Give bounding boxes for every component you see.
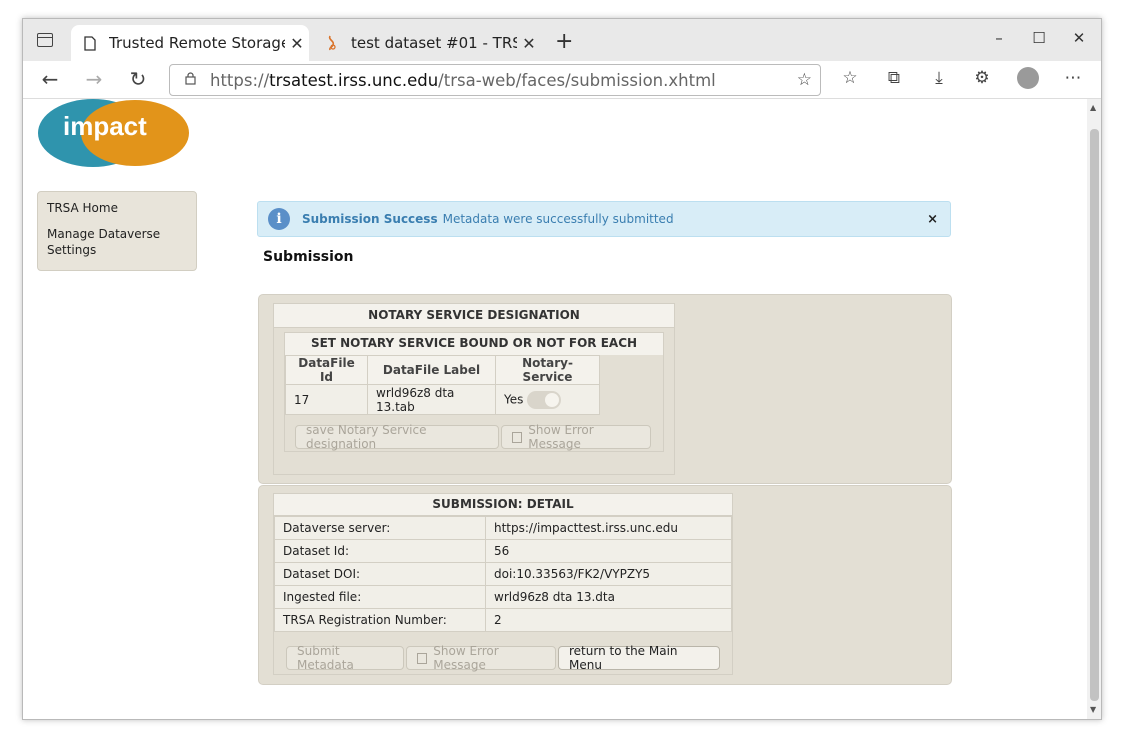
url-prefix: https:// — [210, 70, 270, 90]
tab-title: Trusted Remote Storage A — [109, 34, 285, 52]
sidebar-item-manage-dataverse-settings[interactable]: Manage Dataverse Settings — [47, 226, 187, 258]
detail-fieldset: SUBMISSION: DETAIL Dataverse server: http… — [273, 493, 733, 675]
show-error-button[interactable]: Show Error Message — [501, 423, 651, 451]
navigation-bar: ← → ↻ https://trsatest.irss.unc.edu/trsa… — [23, 61, 1101, 99]
side-menu: TRSA Home Manage Dataverse Settings — [37, 191, 197, 271]
external-link-icon — [512, 431, 523, 443]
save-notary-label: save Notary Service designation — [306, 423, 427, 451]
detail-label: Dataset Id: — [274, 539, 486, 563]
datafile-label: wrld96z8 dta 13.tab — [367, 384, 496, 415]
window-menu-icon[interactable] — [37, 33, 53, 47]
dataverse-icon — [323, 35, 341, 51]
notary-table: DataFile Id DataFile Label Notary-Servic… — [285, 355, 600, 415]
message-detail: Metadata were successfully submitted — [442, 212, 674, 226]
show-error-label: Show Error Message — [433, 644, 499, 672]
refresh-icon[interactable]: ↻ — [125, 67, 151, 91]
table-row: TRSA Registration Number: 2 — [274, 608, 732, 632]
table-row: 17 wrld96z8 dta 13.tab Yes — [285, 384, 600, 415]
favorite-add-icon[interactable]: ☆ — [797, 70, 812, 90]
detail-panel: SUBMISSION: DETAIL Dataverse server: http… — [258, 485, 952, 685]
collections-icon[interactable]: ⧉ — [882, 68, 906, 88]
page-content: impact TRSA Home Manage Dataverse Settin… — [23, 99, 1087, 719]
page-title: Submission — [263, 249, 354, 265]
profile-icon[interactable] — [1017, 67, 1039, 89]
detail-title: SUBMISSION: DETAIL — [274, 494, 732, 516]
sidebar-item-trsa-home[interactable]: TRSA Home — [47, 200, 187, 216]
message-summary: Submission Success — [302, 212, 438, 226]
return-main-menu-button[interactable]: return to the Main Menu — [558, 644, 720, 672]
column-header: Notary-Service — [495, 355, 600, 385]
toggle-knob — [545, 392, 560, 407]
detail-value: https://impacttest.irss.unc.edu — [485, 516, 732, 540]
extensions-icon[interactable]: ⚙ — [970, 68, 994, 88]
url-path: /trsa-web/faces/submission.xhtml — [438, 70, 716, 90]
favorites-icon[interactable]: ☆ — [838, 68, 862, 88]
page-icon — [81, 35, 99, 51]
column-header: DataFile Id — [285, 355, 368, 385]
notary-subfieldset: SET NOTARY SERVICE BOUND OR NOT FOR EACH… — [284, 332, 664, 452]
tab-title: test dataset #01 - TRSA-W — [351, 34, 517, 52]
browser-window: Trusted Remote Storage A ✕ test dataset … — [22, 18, 1102, 720]
detail-value: 2 — [485, 608, 732, 632]
submit-metadata-button[interactable]: Submit Metadata — [286, 644, 404, 672]
notary-fieldset: NOTARY SERVICE DESIGNATION SET NOTARY SE… — [273, 303, 675, 475]
maximize-icon[interactable]: ☐ — [1029, 29, 1049, 47]
vertical-scrollbar[interactable]: ▲ ▼ — [1087, 99, 1101, 719]
tab-strip: Trusted Remote Storage A ✕ test dataset … — [23, 19, 1101, 61]
logo-text: impact — [63, 111, 147, 141]
back-icon[interactable]: ← — [37, 67, 63, 91]
notary-panel: NOTARY SERVICE DESIGNATION SET NOTARY SE… — [258, 294, 952, 484]
tab-trusted-remote-storage[interactable]: Trusted Remote Storage A ✕ — [71, 25, 309, 61]
success-message: i Submission Success Metadata were succe… — [257, 201, 951, 237]
close-tab-icon[interactable]: ✕ — [517, 34, 541, 53]
notary-service-cell: Yes — [495, 384, 600, 415]
scrollbar-thumb[interactable] — [1090, 129, 1099, 701]
save-notary-button[interactable]: save Notary Service designation — [295, 423, 499, 451]
close-tab-icon[interactable]: ✕ — [285, 34, 309, 53]
submit-metadata-label: Submit Metadata — [297, 644, 354, 672]
table-row: Dataverse server: https://impacttest.irss… — [274, 516, 732, 540]
detail-label: Dataverse server: — [274, 516, 486, 540]
return-main-menu-label: return to the Main Menu — [569, 644, 678, 672]
detail-label: Ingested file: — [274, 585, 486, 609]
minimize-icon[interactable]: – — [989, 29, 1009, 47]
more-icon[interactable]: ⋯ — [1061, 68, 1085, 88]
table-row: Ingested file: wrld96z8 dta 13.dta — [274, 585, 732, 609]
url-host: trsatest.irss.unc.edu — [269, 70, 439, 90]
close-window-icon[interactable]: ✕ — [1069, 29, 1089, 47]
detail-label: TRSA Registration Number: — [274, 608, 486, 632]
scroll-down-icon[interactable]: ▼ — [1090, 705, 1096, 714]
show-error-button[interactable]: Show Error Message — [406, 644, 556, 672]
tab-test-dataset[interactable]: test dataset #01 - TRSA-W ✕ — [313, 25, 541, 61]
show-error-label: Show Error Message — [528, 423, 594, 451]
address-bar[interactable]: https://trsatest.irss.unc.edu/trsa-web/f… — [169, 64, 821, 96]
notary-value: Yes — [504, 392, 524, 406]
table-row: Dataset DOI: doi:10.33563/FK2/VYPZY5 — [274, 562, 732, 586]
impact-logo: impact — [38, 99, 189, 167]
detail-value: doi:10.33563/FK2/VYPZY5 — [485, 562, 732, 586]
external-link-icon — [417, 652, 428, 664]
forward-icon[interactable]: → — [81, 67, 107, 91]
notary-toggle[interactable] — [527, 390, 562, 409]
new-tab-button[interactable]: + — [555, 29, 573, 54]
detail-value: 56 — [485, 539, 732, 563]
datafile-id: 17 — [285, 384, 368, 415]
detail-label: Dataset DOI: — [274, 562, 486, 586]
detail-value: wrld96z8 dta 13.dta — [485, 585, 732, 609]
downloads-icon[interactable]: ⤓ — [927, 68, 951, 88]
table-row: Dataset Id: 56 — [274, 539, 732, 563]
notary-subtitle: SET NOTARY SERVICE BOUND OR NOT FOR EACH… — [285, 333, 663, 370]
lock-icon[interactable] — [170, 71, 210, 89]
notary-title: NOTARY SERVICE DESIGNATION — [274, 304, 674, 328]
detail-table: Dataverse server: https://impacttest.irss… — [274, 516, 732, 632]
column-header: DataFile Label — [367, 355, 496, 385]
close-message-icon[interactable]: × — [927, 212, 938, 227]
info-icon: i — [268, 208, 290, 230]
scroll-up-icon[interactable]: ▲ — [1090, 103, 1096, 112]
